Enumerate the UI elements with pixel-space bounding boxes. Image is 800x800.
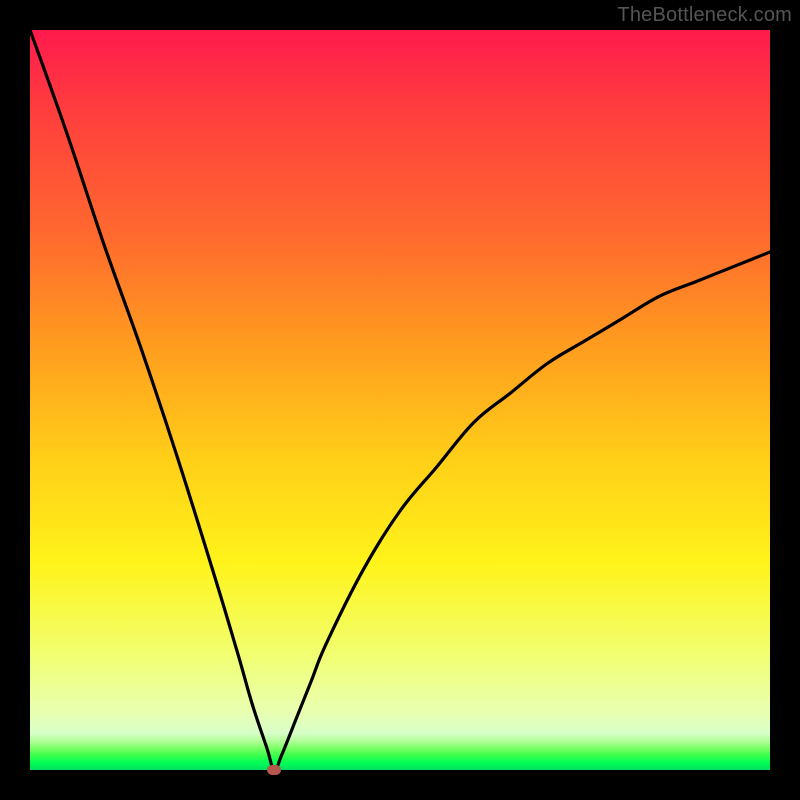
watermark-text: TheBottleneck.com [617, 4, 792, 27]
chart-frame [30, 30, 770, 770]
bottleneck-curve-svg [30, 30, 770, 770]
bottleneck-curve-path [30, 30, 770, 770]
balanced-marker [267, 765, 281, 775]
